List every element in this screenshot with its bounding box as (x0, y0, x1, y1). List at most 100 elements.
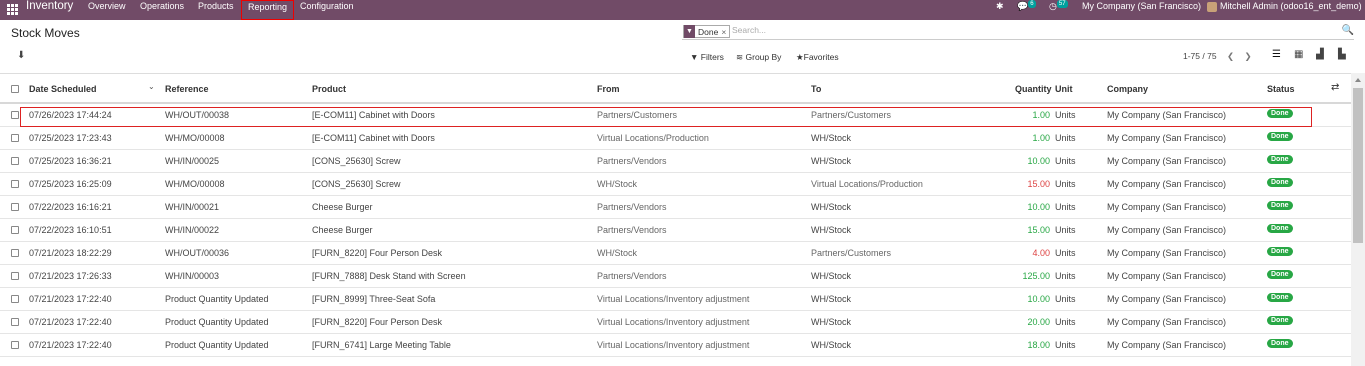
select-all-checkbox[interactable] (11, 85, 19, 93)
table-row[interactable]: 07/21/2023 17:26:33 WH/IN/00003 [FURN_7888… (0, 265, 1351, 288)
col-status[interactable]: Status (1267, 84, 1295, 94)
table-row[interactable]: 07/25/2023 16:25:09 WH/MO/00008 [CONS_2563… (0, 173, 1351, 196)
table-row[interactable]: 07/26/2023 17:44:24 WH/OUT/00038 [E-COM11]… (0, 104, 1351, 127)
pager-next-icon[interactable]: ❯ (1244, 51, 1251, 61)
row-checkbox[interactable] (11, 341, 19, 349)
cell-product: [CONS_25630] Screw (312, 156, 401, 166)
cell-reference: Product Quantity Updated (165, 317, 269, 327)
row-checkbox[interactable] (11, 134, 19, 142)
facet-close-icon[interactable]: × (721, 27, 729, 37)
filter-funnel-icon: ▼ (690, 52, 699, 62)
menu-reporting[interactable]: Reporting (241, 0, 295, 20)
cell-to: WH/Stock (811, 271, 852, 281)
sort-chevron-down-icon[interactable]: ⌄ (148, 82, 155, 91)
cell-date: 07/25/2023 16:36:21 (29, 156, 112, 166)
cell-to: Partners/Customers (811, 248, 892, 258)
cell-to: WH/Stock (811, 133, 852, 143)
table-row[interactable]: 07/25/2023 16:36:21 WH/IN/00025 [CONS_2563… (0, 150, 1351, 173)
table-row[interactable]: 07/21/2023 18:22:29 WH/OUT/00036 [FURN_822… (0, 242, 1351, 265)
list-view-icon[interactable]: ☰ (1272, 49, 1281, 60)
row-checkbox[interactable] (11, 226, 19, 234)
pivot-view-icon[interactable]: ▦ (1294, 49, 1303, 60)
col-quantity[interactable]: Quantity (1015, 84, 1052, 94)
cell-unit: Units (1055, 133, 1076, 143)
cell-unit: Units (1055, 271, 1076, 281)
row-checkbox[interactable] (11, 295, 19, 303)
row-checkbox[interactable] (11, 272, 19, 280)
table-row[interactable]: 07/21/2023 17:22:40 Product Quantity Upda… (0, 288, 1351, 311)
graph-view-icon[interactable]: ▟ (1316, 49, 1324, 60)
scrollbar-thumb[interactable] (1353, 88, 1363, 243)
col-reference[interactable]: Reference (165, 84, 209, 94)
status-badge: Done (1267, 316, 1293, 325)
cell-product: [E-COM11] Cabinet with Doors (312, 133, 435, 143)
status-badge: Done (1267, 224, 1293, 233)
cell-from: Virtual Locations/Production (597, 133, 709, 143)
cell-company: My Company (San Francisco) (1107, 225, 1227, 235)
chat-icon[interactable]: 💬 6 (1017, 0, 1036, 13)
company-switcher[interactable]: My Company (San Francisco) (1082, 0, 1201, 13)
menu-configuration[interactable]: Configuration (300, 0, 354, 13)
cell-company: My Company (San Francisco) (1107, 179, 1227, 189)
cell-company: My Company (San Francisco) (1107, 133, 1227, 143)
layers-icon: ≋ (736, 52, 744, 62)
row-checkbox[interactable] (11, 157, 19, 165)
row-checkbox[interactable] (11, 203, 19, 211)
cell-quantity: 4.00 (1032, 248, 1050, 258)
menu-operations[interactable]: Operations (140, 0, 184, 13)
top-navbar: Inventory Overview Operations Products R… (0, 0, 1365, 20)
col-product[interactable]: Product (312, 84, 346, 94)
col-unit[interactable]: Unit (1055, 84, 1073, 94)
cell-unit: Units (1055, 156, 1076, 166)
menu-products[interactable]: Products (198, 0, 234, 13)
download-icon[interactable]: ⬇ (17, 50, 25, 61)
app-name[interactable]: Inventory (26, 0, 73, 13)
cell-from: Virtual Locations/Inventory adjustment (597, 294, 750, 304)
favorites-button[interactable]: ★Favorites (796, 52, 839, 63)
row-checkbox[interactable] (11, 249, 19, 257)
col-to[interactable]: To (811, 84, 821, 94)
apps-menu-icon[interactable] (7, 4, 18, 15)
cell-reference: WH/IN/00003 (165, 271, 220, 281)
activity-icon[interactable]: ◷ 57 (1049, 0, 1068, 13)
row-checkbox[interactable] (11, 180, 19, 188)
cell-unit: Units (1055, 225, 1076, 235)
table-row[interactable]: 07/21/2023 17:22:40 Product Quantity Upda… (0, 311, 1351, 334)
scroll-up-icon[interactable] (1355, 78, 1361, 82)
cell-to: WH/Stock (811, 340, 852, 350)
table-row[interactable]: 07/25/2023 17:23:43 WH/MO/00008 [E-COM11] … (0, 127, 1351, 150)
table-row[interactable]: 07/22/2023 16:16:21 WH/IN/00021 Cheese Bur… (0, 196, 1351, 219)
avatar (1207, 1, 1217, 12)
kanban-view-icon[interactable]: ▙ (1338, 49, 1346, 60)
col-date-scheduled[interactable]: Date Scheduled (29, 84, 97, 94)
col-company[interactable]: Company (1107, 84, 1148, 94)
row-checkbox[interactable] (11, 111, 19, 119)
search-input[interactable] (732, 25, 1292, 35)
cell-to: WH/Stock (811, 156, 852, 166)
cell-date: 07/22/2023 16:16:21 (29, 202, 112, 212)
cell-quantity: 10.00 (1027, 156, 1050, 166)
col-from[interactable]: From (597, 84, 620, 94)
user-menu[interactable]: Mitchell Admin (odoo16_ent_demo) (1207, 0, 1362, 13)
cell-to: WH/Stock (811, 225, 852, 235)
cell-unit: Units (1055, 294, 1076, 304)
table-row[interactable]: 07/22/2023 16:10:51 WH/IN/00022 Cheese Bur… (0, 219, 1351, 242)
cell-date: 07/22/2023 16:10:51 (29, 225, 112, 235)
star-icon: ★ (796, 52, 804, 62)
pager-value[interactable]: 1-75 / 75 (1183, 51, 1217, 61)
optional-columns-icon[interactable]: ⇄ (1331, 82, 1339, 93)
menu-overview[interactable]: Overview (88, 0, 126, 13)
row-checkbox[interactable] (11, 318, 19, 326)
filters-button[interactable]: ▼ Filters (690, 52, 724, 62)
status-badge: Done (1267, 201, 1293, 210)
bug-icon[interactable]: ✱ (996, 0, 1004, 13)
search-icon[interactable]: 🔍 (1342, 25, 1354, 36)
pager-prev-icon[interactable]: ❮ (1227, 51, 1234, 61)
group-by-button[interactable]: ≋ Group By (736, 52, 781, 63)
status-badge: Done (1267, 339, 1293, 348)
search-facet-done[interactable]: ▼ Done × (683, 25, 731, 38)
cell-product: [FURN_8220] Four Person Desk (312, 317, 443, 327)
cell-unit: Units (1055, 248, 1076, 258)
status-badge: Done (1267, 178, 1293, 187)
table-row[interactable]: 07/21/2023 17:22:40 Product Quantity Upda… (0, 334, 1351, 357)
